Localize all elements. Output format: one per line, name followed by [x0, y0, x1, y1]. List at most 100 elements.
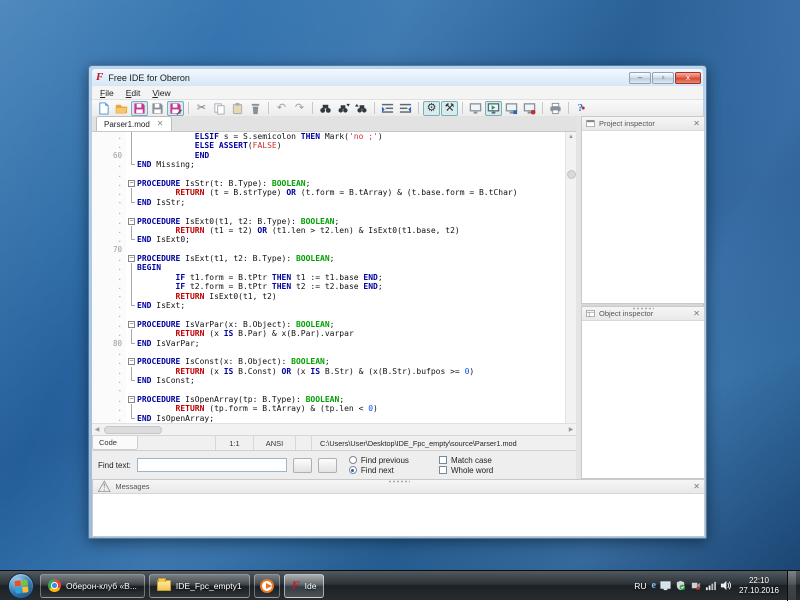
copy-icon[interactable] — [211, 101, 228, 116]
tab-close-icon[interactable]: ✕ — [157, 120, 164, 128]
find-next-icon[interactable] — [335, 101, 352, 116]
editor-vertical-scrollbar[interactable]: ▲ — [565, 132, 576, 423]
code-line[interactable] — [137, 310, 576, 319]
shield-check-icon[interactable] — [675, 580, 686, 591]
project-inspector-header[interactable]: Project inspector ✕ — [582, 117, 704, 131]
unindent-icon[interactable] — [397, 101, 414, 116]
volume-icon[interactable] — [720, 580, 731, 591]
code-line[interactable]: PROCEDURE IsExt(t1, t2: B.Type): BOOLEAN… — [137, 254, 576, 263]
maximize-button[interactable]: ▫ — [652, 72, 674, 84]
code-line[interactable]: PROCEDURE IsOpenArray(tp: B.Type): BOOLE… — [137, 395, 576, 404]
code-line[interactable]: IF t1.form = B.tPtr THEN t1 := t1.base E… — [137, 273, 576, 282]
taskbar-item-fide[interactable]: FIde — [284, 574, 325, 598]
device-eject-icon[interactable] — [690, 580, 701, 591]
checkbox-match-case[interactable] — [439, 456, 447, 464]
object-inspector-close-icon[interactable]: ✕ — [693, 310, 700, 318]
start-button[interactable] — [8, 573, 34, 599]
save-icon[interactable] — [131, 101, 148, 116]
code-line[interactable]: RETURN (tp.form = B.tArray) & (tp.len < … — [137, 404, 576, 413]
fold-marker[interactable]: − — [126, 217, 137, 226]
save-as-icon[interactable] — [167, 101, 184, 116]
display-icon[interactable] — [660, 580, 671, 591]
fold-marker[interactable]: − — [126, 320, 137, 329]
run-screen-green-icon[interactable] — [485, 101, 502, 116]
network-icon[interactable] — [705, 580, 716, 591]
settings-gear-icon[interactable]: ⚙ — [423, 101, 440, 116]
scroll-left-icon[interactable]: ◀ — [92, 424, 102, 436]
menu-file[interactable]: File — [95, 87, 119, 99]
match-case-option[interactable]: Match case — [439, 456, 493, 465]
messages-splitter-grip[interactable] — [388, 480, 410, 483]
taskbar-clock[interactable]: 22:10 27.10.2016 — [739, 576, 779, 596]
messages-close-icon[interactable]: ✕ — [693, 483, 700, 491]
taskbar-item-folder[interactable]: IDE_Fpc_empty1 — [149, 574, 250, 598]
code-editor[interactable]: ..60....-....70....-....80....-... −−−−−… — [92, 132, 576, 423]
taskbar-item-chrome[interactable]: Оберон-клуб «В... — [40, 574, 145, 598]
show-desktop-button[interactable] — [787, 571, 796, 601]
code-area[interactable]: ELSIF s = S.semicolon THEN Mark('no ;') … — [137, 132, 576, 423]
status-mode[interactable]: Code — [92, 436, 138, 450]
code-line[interactable]: END IsStr; — [137, 198, 576, 207]
paste-icon[interactable] — [229, 101, 246, 116]
print-icon[interactable] — [547, 101, 564, 116]
code-line[interactable] — [137, 207, 576, 216]
radio-find-next[interactable] — [349, 466, 357, 474]
menu-edit[interactable]: Edit — [121, 87, 146, 99]
redo-icon[interactable]: ↷ — [291, 101, 308, 116]
messages-body[interactable] — [93, 494, 704, 536]
code-line[interactable]: BEGIN — [137, 263, 576, 272]
radio-find-previous[interactable] — [349, 456, 357, 464]
project-inspector-close-icon[interactable]: ✕ — [693, 120, 700, 128]
code-line[interactable]: RETURN (x IS B.Const) OR (x IS B.Str) & … — [137, 367, 576, 376]
code-line[interactable]: ELSIF s = S.semicolon THEN Mark('no ;') — [137, 132, 576, 141]
code-line[interactable]: RETURN IsExt0(t1, t2) — [137, 292, 576, 301]
find-input[interactable] — [137, 458, 287, 472]
code-line[interactable]: ELSE ASSERT(FALSE) — [137, 141, 576, 150]
indent-icon[interactable] — [379, 101, 396, 116]
fold-margin[interactable]: −−−−−− — [126, 132, 137, 423]
code-line[interactable]: RETURN (t = B.strType) OR (t.form = B.tA… — [137, 188, 576, 197]
splitter-grip[interactable] — [632, 307, 654, 310]
code-line[interactable]: END IsConst; — [137, 376, 576, 385]
run-screen-icon[interactable] — [467, 101, 484, 116]
code-line[interactable] — [137, 348, 576, 357]
cut-icon[interactable]: ✂ — [193, 101, 210, 116]
object-inspector-body[interactable] — [582, 321, 704, 478]
code-line[interactable]: RETURN (x IS B.Par) & x(B.Par).varpar — [137, 329, 576, 338]
delete-icon[interactable] — [247, 101, 264, 116]
code-line[interactable]: PROCEDURE IsConst(x: B.Object): BOOLEAN; — [137, 357, 576, 366]
find-previous-option[interactable]: Find previous — [349, 456, 409, 465]
code-line[interactable]: END Missing; — [137, 160, 576, 169]
code-line[interactable] — [137, 245, 576, 254]
help-icon[interactable]: ?● — [573, 101, 590, 116]
horizontal-scroll-thumb[interactable] — [104, 426, 162, 434]
menu-view[interactable]: View — [147, 87, 175, 99]
code-line[interactable]: END IsOpenArray; — [137, 414, 576, 423]
stop-screen-icon[interactable] — [521, 101, 538, 116]
scroll-up-icon[interactable]: ▲ — [566, 132, 576, 142]
code-line[interactable]: END IsExt0; — [137, 235, 576, 244]
tools-wrench-icon[interactable]: ⚒ — [441, 101, 458, 116]
close-button[interactable]: x — [675, 72, 701, 84]
code-line[interactable]: RETURN (t1 = t2) OR (t1.len > t2.len) & … — [137, 226, 576, 235]
code-line[interactable] — [137, 386, 576, 395]
find-previous-icon[interactable] — [353, 101, 370, 116]
code-line[interactable] — [137, 170, 576, 179]
fold-marker[interactable]: − — [126, 357, 137, 366]
vertical-scroll-thumb[interactable] — [567, 170, 576, 179]
tab-parser1[interactable]: Parser1.mod ✕ — [96, 116, 172, 131]
code-line[interactable]: IF t2.form = B.tPtr THEN t2 := t2.base E… — [137, 282, 576, 291]
project-inspector-body[interactable] — [582, 131, 704, 303]
object-inspector-header[interactable]: Object inspector ✕ — [582, 307, 704, 321]
new-file-icon[interactable] — [95, 101, 112, 116]
code-line[interactable]: END IsVarPar; — [137, 339, 576, 348]
scroll-right-icon[interactable]: ▶ — [566, 424, 576, 436]
find-forward-button[interactable] — [318, 458, 337, 473]
find-next-option[interactable]: Find next — [349, 466, 409, 475]
step-screen-icon[interactable] — [503, 101, 520, 116]
find-back-button[interactable] — [293, 458, 312, 473]
titlebar[interactable]: F Free IDE for Oberon – ▫ x — [92, 69, 703, 86]
code-line[interactable]: END — [137, 151, 576, 160]
ie-icon[interactable]: e — [652, 580, 656, 591]
code-line[interactable]: PROCEDURE IsStr(t: B.Type): BOOLEAN; — [137, 179, 576, 188]
